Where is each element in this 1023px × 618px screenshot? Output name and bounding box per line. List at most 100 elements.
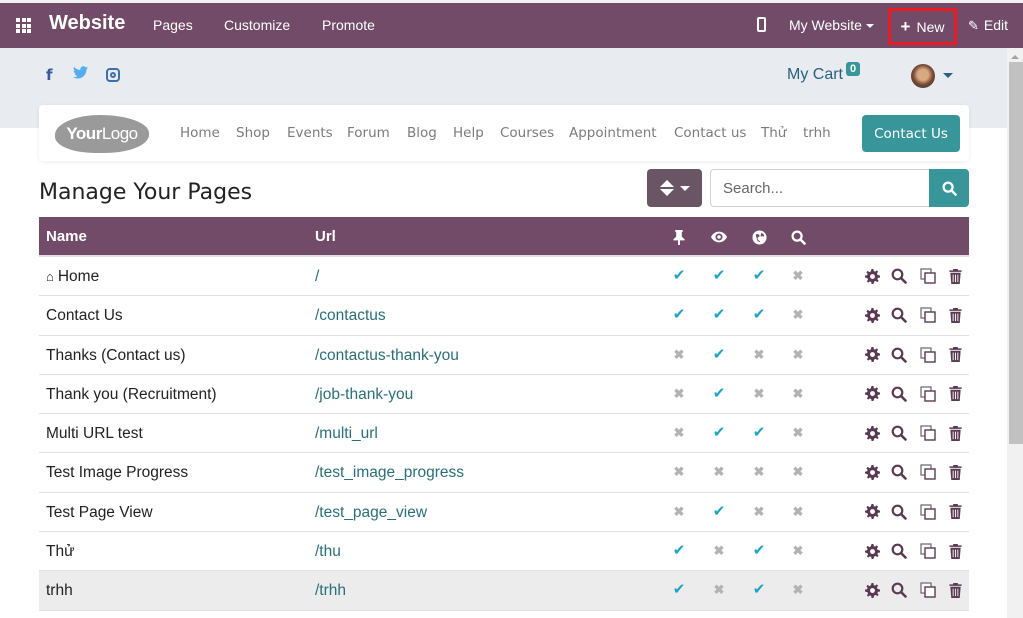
trash-icon[interactable]: [947, 307, 963, 323]
menu-pages[interactable]: Pages: [153, 17, 193, 33]
copy-icon[interactable]: [920, 582, 936, 599]
page-url[interactable]: /job-thank-you: [315, 386, 413, 404]
trash-icon[interactable]: [947, 386, 963, 402]
gear-icon[interactable]: [864, 425, 880, 441]
page-url[interactable]: /contactus: [315, 307, 386, 325]
facebook-icon[interactable]: f: [46, 66, 53, 84]
sort-dropdown-button[interactable]: [647, 169, 702, 207]
site-nav-trhh[interactable]: trhh: [803, 125, 831, 141]
table-row[interactable]: Test Page View/test_page_view ✖ ✔ ✖ ✖: [39, 493, 969, 533]
page-name[interactable]: ⌂ Home: [46, 268, 99, 286]
page-url[interactable]: /: [315, 268, 319, 286]
gear-icon[interactable]: [864, 543, 880, 559]
twitter-icon[interactable]: [73, 66, 88, 83]
trash-icon[interactable]: [947, 425, 963, 441]
column-name[interactable]: Name: [46, 228, 87, 245]
copy-icon[interactable]: [920, 464, 936, 481]
page-name[interactable]: trhh: [46, 582, 73, 600]
page-name[interactable]: Test Image Progress: [46, 464, 188, 482]
page-url[interactable]: /test_page_view: [315, 504, 427, 522]
trash-icon[interactable]: [947, 543, 963, 559]
table-row[interactable]: Thank you (Recruitment) /job-thank-you ✖ ✔ ✖…: [39, 375, 969, 415]
scrollbar-thumb[interactable]: [1009, 62, 1023, 444]
gear-icon[interactable]: [864, 504, 880, 520]
site-nav-thu[interactable]: Thử: [761, 125, 786, 141]
site-nav-forum[interactable]: Forum: [347, 125, 390, 141]
page-url[interactable]: /multi_url: [315, 425, 378, 443]
table-row[interactable]: Contact Us/contactus ✔ ✔ ✔ ✖: [39, 296, 969, 336]
site-logo[interactable]: Your Logo: [55, 115, 149, 153]
gear-icon[interactable]: [864, 268, 880, 284]
copy-icon[interactable]: [920, 268, 936, 284]
site-nav-shop[interactable]: Shop: [236, 125, 270, 141]
copy-icon[interactable]: [920, 543, 936, 559]
mobile-preview-icon[interactable]: [757, 17, 766, 32]
column-url[interactable]: Url: [315, 228, 336, 245]
table-row[interactable]: ⌂ Home / ✔ ✔ ✔ ✖: [39, 257, 969, 297]
contact-us-button[interactable]: Contact Us: [862, 115, 960, 152]
user-avatar[interactable]: [911, 64, 935, 88]
trash-icon[interactable]: [947, 347, 963, 363]
page-name[interactable]: Thanks (Contact us): [46, 347, 186, 365]
table-row[interactable]: trhh/trhh ✔ ✖ ✔ ✖: [39, 571, 969, 611]
trash-icon[interactable]: [947, 268, 963, 284]
page-name[interactable]: Thử: [46, 543, 74, 561]
menu-promote[interactable]: Promote: [322, 17, 375, 33]
search-icon[interactable]: [891, 268, 907, 284]
site-nav-courses[interactable]: Courses: [500, 125, 554, 141]
my-cart-link[interactable]: My Cart: [787, 66, 843, 84]
site-nav-help[interactable]: Help: [453, 125, 484, 141]
trash-icon[interactable]: [947, 504, 963, 520]
website-selector[interactable]: My Website: [789, 17, 874, 33]
page-url[interactable]: /test_image_progress: [315, 464, 464, 482]
page-url[interactable]: /contactus-thank-you: [315, 347, 459, 365]
table-row[interactable]: Thanks (Contact us) /contactus-thank-you ✖…: [39, 336, 969, 375]
copy-icon[interactable]: [920, 307, 936, 323]
instagram-icon[interactable]: [106, 68, 120, 82]
search-button[interactable]: [929, 169, 969, 207]
caret-down-icon[interactable]: [943, 73, 953, 78]
gear-icon[interactable]: [864, 464, 880, 480]
site-nav-blog[interactable]: Blog: [407, 125, 437, 141]
page-name[interactable]: Multi URL test: [46, 425, 143, 443]
table-row[interactable]: Test Image Progress/test_image_progress ✖…: [39, 453, 969, 493]
copy-icon[interactable]: [920, 425, 936, 441]
site-nav-home[interactable]: Home: [180, 125, 220, 141]
site-nav-contact-us[interactable]: Contact us: [674, 125, 746, 141]
page-url[interactable]: /thu: [315, 543, 341, 561]
gear-icon[interactable]: [864, 386, 880, 402]
search-icon[interactable]: [891, 504, 907, 520]
site-nav-events[interactable]: Events: [287, 125, 333, 141]
vertical-scrollbar[interactable]: [1007, 48, 1023, 618]
search-icon[interactable]: [891, 425, 907, 441]
table-row[interactable]: Multi URL test/multi_url ✖ ✔ ✔ ✖: [39, 414, 969, 454]
search-icon[interactable]: [891, 543, 907, 559]
search-icon[interactable]: [891, 347, 907, 363]
trash-icon[interactable]: [947, 464, 963, 480]
apps-grid-icon[interactable]: [16, 18, 32, 33]
search-icon[interactable]: [891, 582, 907, 599]
cross-icon: ✖: [673, 385, 685, 401]
page-url[interactable]: /trhh: [315, 582, 346, 600]
page-name[interactable]: Thank you (Recruitment): [46, 386, 217, 404]
page-name[interactable]: Contact Us: [46, 307, 123, 325]
site-nav-appointment[interactable]: Appointment: [569, 125, 657, 141]
search-icon[interactable]: [891, 307, 907, 324]
search-icon[interactable]: [891, 464, 907, 481]
gear-icon[interactable]: [864, 307, 880, 323]
gear-icon[interactable]: [864, 347, 880, 363]
copy-icon[interactable]: [920, 346, 936, 363]
trash-icon[interactable]: [947, 582, 963, 598]
page-name[interactable]: Test Page View: [46, 504, 153, 522]
menu-customize[interactable]: Customize: [224, 17, 290, 33]
copy-icon[interactable]: [920, 386, 936, 402]
gear-icon[interactable]: [864, 582, 880, 598]
search-icon[interactable]: [891, 386, 907, 402]
table-row[interactable]: Thử/thu ✔ ✖ ✔ ✖: [39, 532, 969, 572]
edit-button[interactable]: ✎ Edit: [968, 17, 1008, 34]
scroll-up-arrow-icon[interactable]: [1011, 55, 1019, 59]
copy-icon[interactable]: [920, 504, 936, 520]
search-input[interactable]: [710, 169, 929, 207]
new-button[interactable]: + New: [888, 8, 957, 45]
app-title[interactable]: Website: [49, 12, 125, 35]
